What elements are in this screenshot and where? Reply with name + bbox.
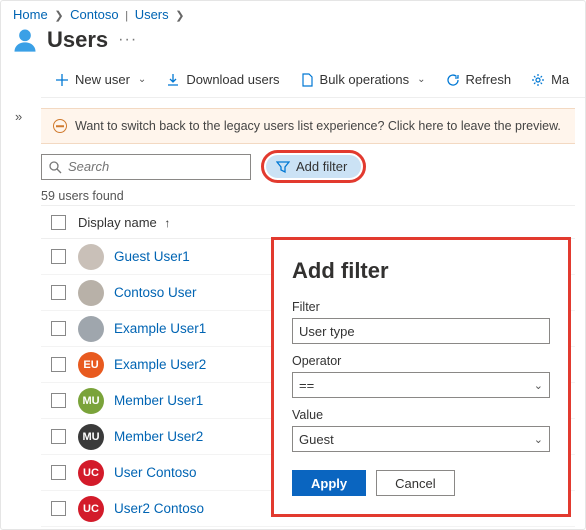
- add-filter-label: Add filter: [296, 159, 347, 174]
- avatar: [78, 280, 104, 306]
- column-label: Display name: [78, 215, 157, 230]
- user-link[interactable]: Member User2: [114, 429, 203, 444]
- sort-asc-icon: ↑: [164, 216, 170, 230]
- refresh-label: Refresh: [466, 72, 512, 87]
- user-link[interactable]: User2 Contoso: [114, 501, 204, 516]
- legacy-banner[interactable]: Want to switch back to the legacy users …: [41, 108, 575, 144]
- chevron-down-icon: ⌄: [417, 74, 425, 85]
- chevron-down-icon: ⌄: [138, 74, 146, 85]
- chevron-down-icon: ⌄: [534, 433, 543, 446]
- user-link[interactable]: Contoso User: [114, 285, 197, 300]
- operator-field-label: Operator: [292, 354, 550, 368]
- breadcrumb: Home ❯ Contoso | Users ❯: [1, 1, 585, 24]
- avatar: [78, 244, 104, 270]
- row-checkbox[interactable]: [51, 285, 66, 300]
- refresh-icon: [446, 73, 460, 87]
- breadcrumb-section[interactable]: Users: [135, 7, 169, 22]
- chevron-right-icon: ❯: [175, 10, 184, 22]
- search-field[interactable]: [66, 158, 244, 175]
- plus-icon: [55, 73, 69, 87]
- select-all-checkbox[interactable]: [51, 215, 66, 230]
- cancel-button[interactable]: Cancel: [376, 470, 454, 496]
- new-user-button[interactable]: New user ⌄: [45, 62, 156, 98]
- avatar: UC: [78, 460, 104, 486]
- download-icon: [166, 73, 180, 87]
- row-checkbox[interactable]: [51, 357, 66, 372]
- banner-text: Want to switch back to the legacy users …: [75, 119, 561, 133]
- expand-icon[interactable]: »: [15, 109, 22, 124]
- users-icon: [11, 26, 39, 54]
- toolbar: New user ⌄ Download users Bulk operation…: [41, 62, 585, 98]
- row-checkbox[interactable]: [51, 393, 66, 408]
- user-link[interactable]: Member User1: [114, 393, 203, 408]
- avatar: [78, 316, 104, 342]
- document-icon: [300, 73, 314, 87]
- bulk-label: Bulk operations: [320, 72, 410, 87]
- page-header: Users ···: [1, 24, 585, 62]
- add-filter-panel: Add filter Filter User type Operator == …: [271, 237, 571, 517]
- page-title: Users: [47, 27, 108, 53]
- user-link[interactable]: User Contoso: [114, 465, 197, 480]
- pipe-icon: |: [125, 10, 128, 22]
- row-checkbox[interactable]: [51, 429, 66, 444]
- breadcrumb-home[interactable]: Home: [13, 7, 48, 22]
- row-checkbox[interactable]: [51, 465, 66, 480]
- search-icon: [48, 160, 62, 174]
- filter-field-label: Filter: [292, 300, 550, 314]
- table-header: Display name ↑: [41, 205, 575, 239]
- value-value: Guest: [299, 432, 334, 447]
- bulk-operations-button[interactable]: Bulk operations ⌄: [290, 62, 436, 98]
- manage-label: Ma: [551, 72, 569, 87]
- value-select[interactable]: Guest ⌄: [292, 426, 550, 452]
- panel-title: Add filter: [292, 258, 550, 284]
- avatar: UC: [78, 496, 104, 522]
- refresh-button[interactable]: Refresh: [436, 62, 522, 98]
- search-input[interactable]: [41, 154, 251, 180]
- row-checkbox[interactable]: [51, 321, 66, 336]
- download-users-button[interactable]: Download users: [156, 62, 289, 98]
- user-link[interactable]: Example User1: [114, 321, 206, 336]
- row-checkbox[interactable]: [51, 501, 66, 516]
- column-display-name[interactable]: Display name ↑: [78, 215, 170, 230]
- apply-button[interactable]: Apply: [292, 470, 366, 496]
- breadcrumb-tenant[interactable]: Contoso: [70, 7, 118, 22]
- more-icon[interactable]: ···: [118, 31, 137, 49]
- chevron-right-icon: ❯: [54, 10, 63, 22]
- avatar: EU: [78, 352, 104, 378]
- filter-field-value: User type: [299, 324, 355, 339]
- user-link[interactable]: Guest User1: [114, 249, 190, 264]
- avatar: MU: [78, 424, 104, 450]
- operator-value: ==: [299, 378, 314, 393]
- new-user-label: New user: [75, 72, 130, 87]
- download-label: Download users: [186, 72, 279, 87]
- filter-icon: [276, 160, 290, 174]
- manage-button[interactable]: Ma: [521, 62, 579, 98]
- result-count: 59 users found: [41, 189, 575, 203]
- value-field-label: Value: [292, 408, 550, 422]
- filter-field-input[interactable]: User type: [292, 318, 550, 344]
- operator-select[interactable]: == ⌄: [292, 372, 550, 398]
- minus-circle-icon: [53, 119, 67, 133]
- gear-icon: [531, 73, 545, 87]
- avatar: MU: [78, 388, 104, 414]
- user-link[interactable]: Example User2: [114, 357, 206, 372]
- row-checkbox[interactable]: [51, 249, 66, 264]
- add-filter-highlight: Add filter: [261, 150, 366, 183]
- chevron-down-icon: ⌄: [534, 379, 543, 392]
- add-filter-button[interactable]: Add filter: [266, 155, 361, 178]
